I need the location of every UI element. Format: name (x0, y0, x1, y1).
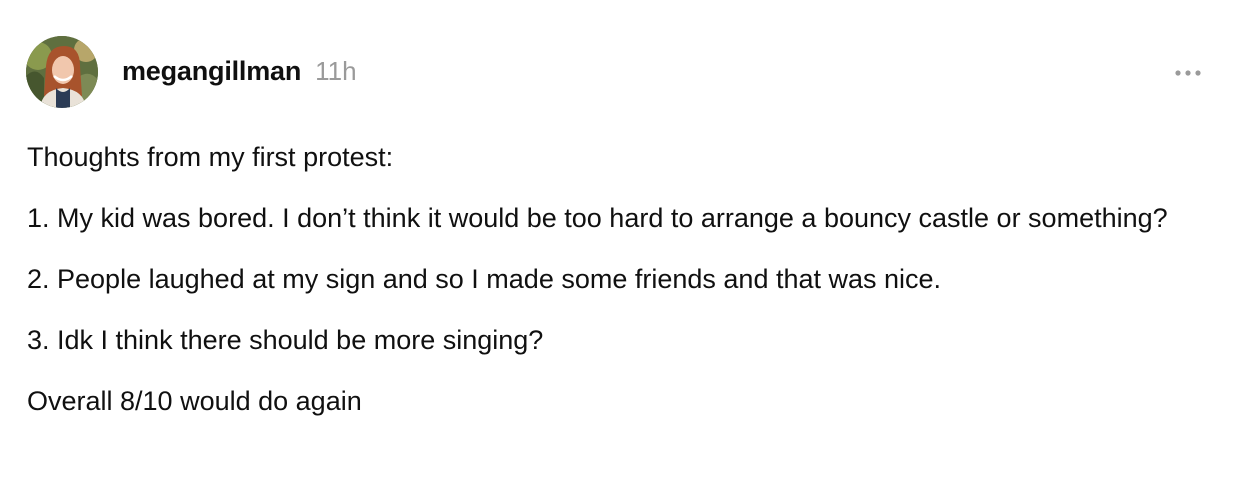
username[interactable]: megangillman (122, 56, 301, 87)
timestamp: 11h (315, 56, 357, 86)
post-paragraph: 2. People laughed at my sign and so I ma… (27, 264, 942, 294)
profile-photo-icon (26, 36, 98, 108)
thread-post: megangillman 11h Thoughts from my first … (0, 0, 1242, 484)
post-header: megangillman 11h (122, 56, 357, 87)
more-horizontal-icon (1175, 70, 1201, 76)
post-paragraph: Thoughts from my first protest: (27, 142, 394, 172)
post-body: Thoughts from my first protest: 1. My ki… (27, 136, 1217, 441)
avatar[interactable] (26, 36, 98, 108)
post-paragraph: 3. Idk I think there should be more sing… (27, 325, 544, 355)
post-paragraph: 1. My kid was bored. I don’t think it wo… (27, 203, 1168, 233)
post-paragraph: Overall 8/10 would do again (27, 386, 362, 416)
more-options-button[interactable] (1170, 60, 1206, 86)
